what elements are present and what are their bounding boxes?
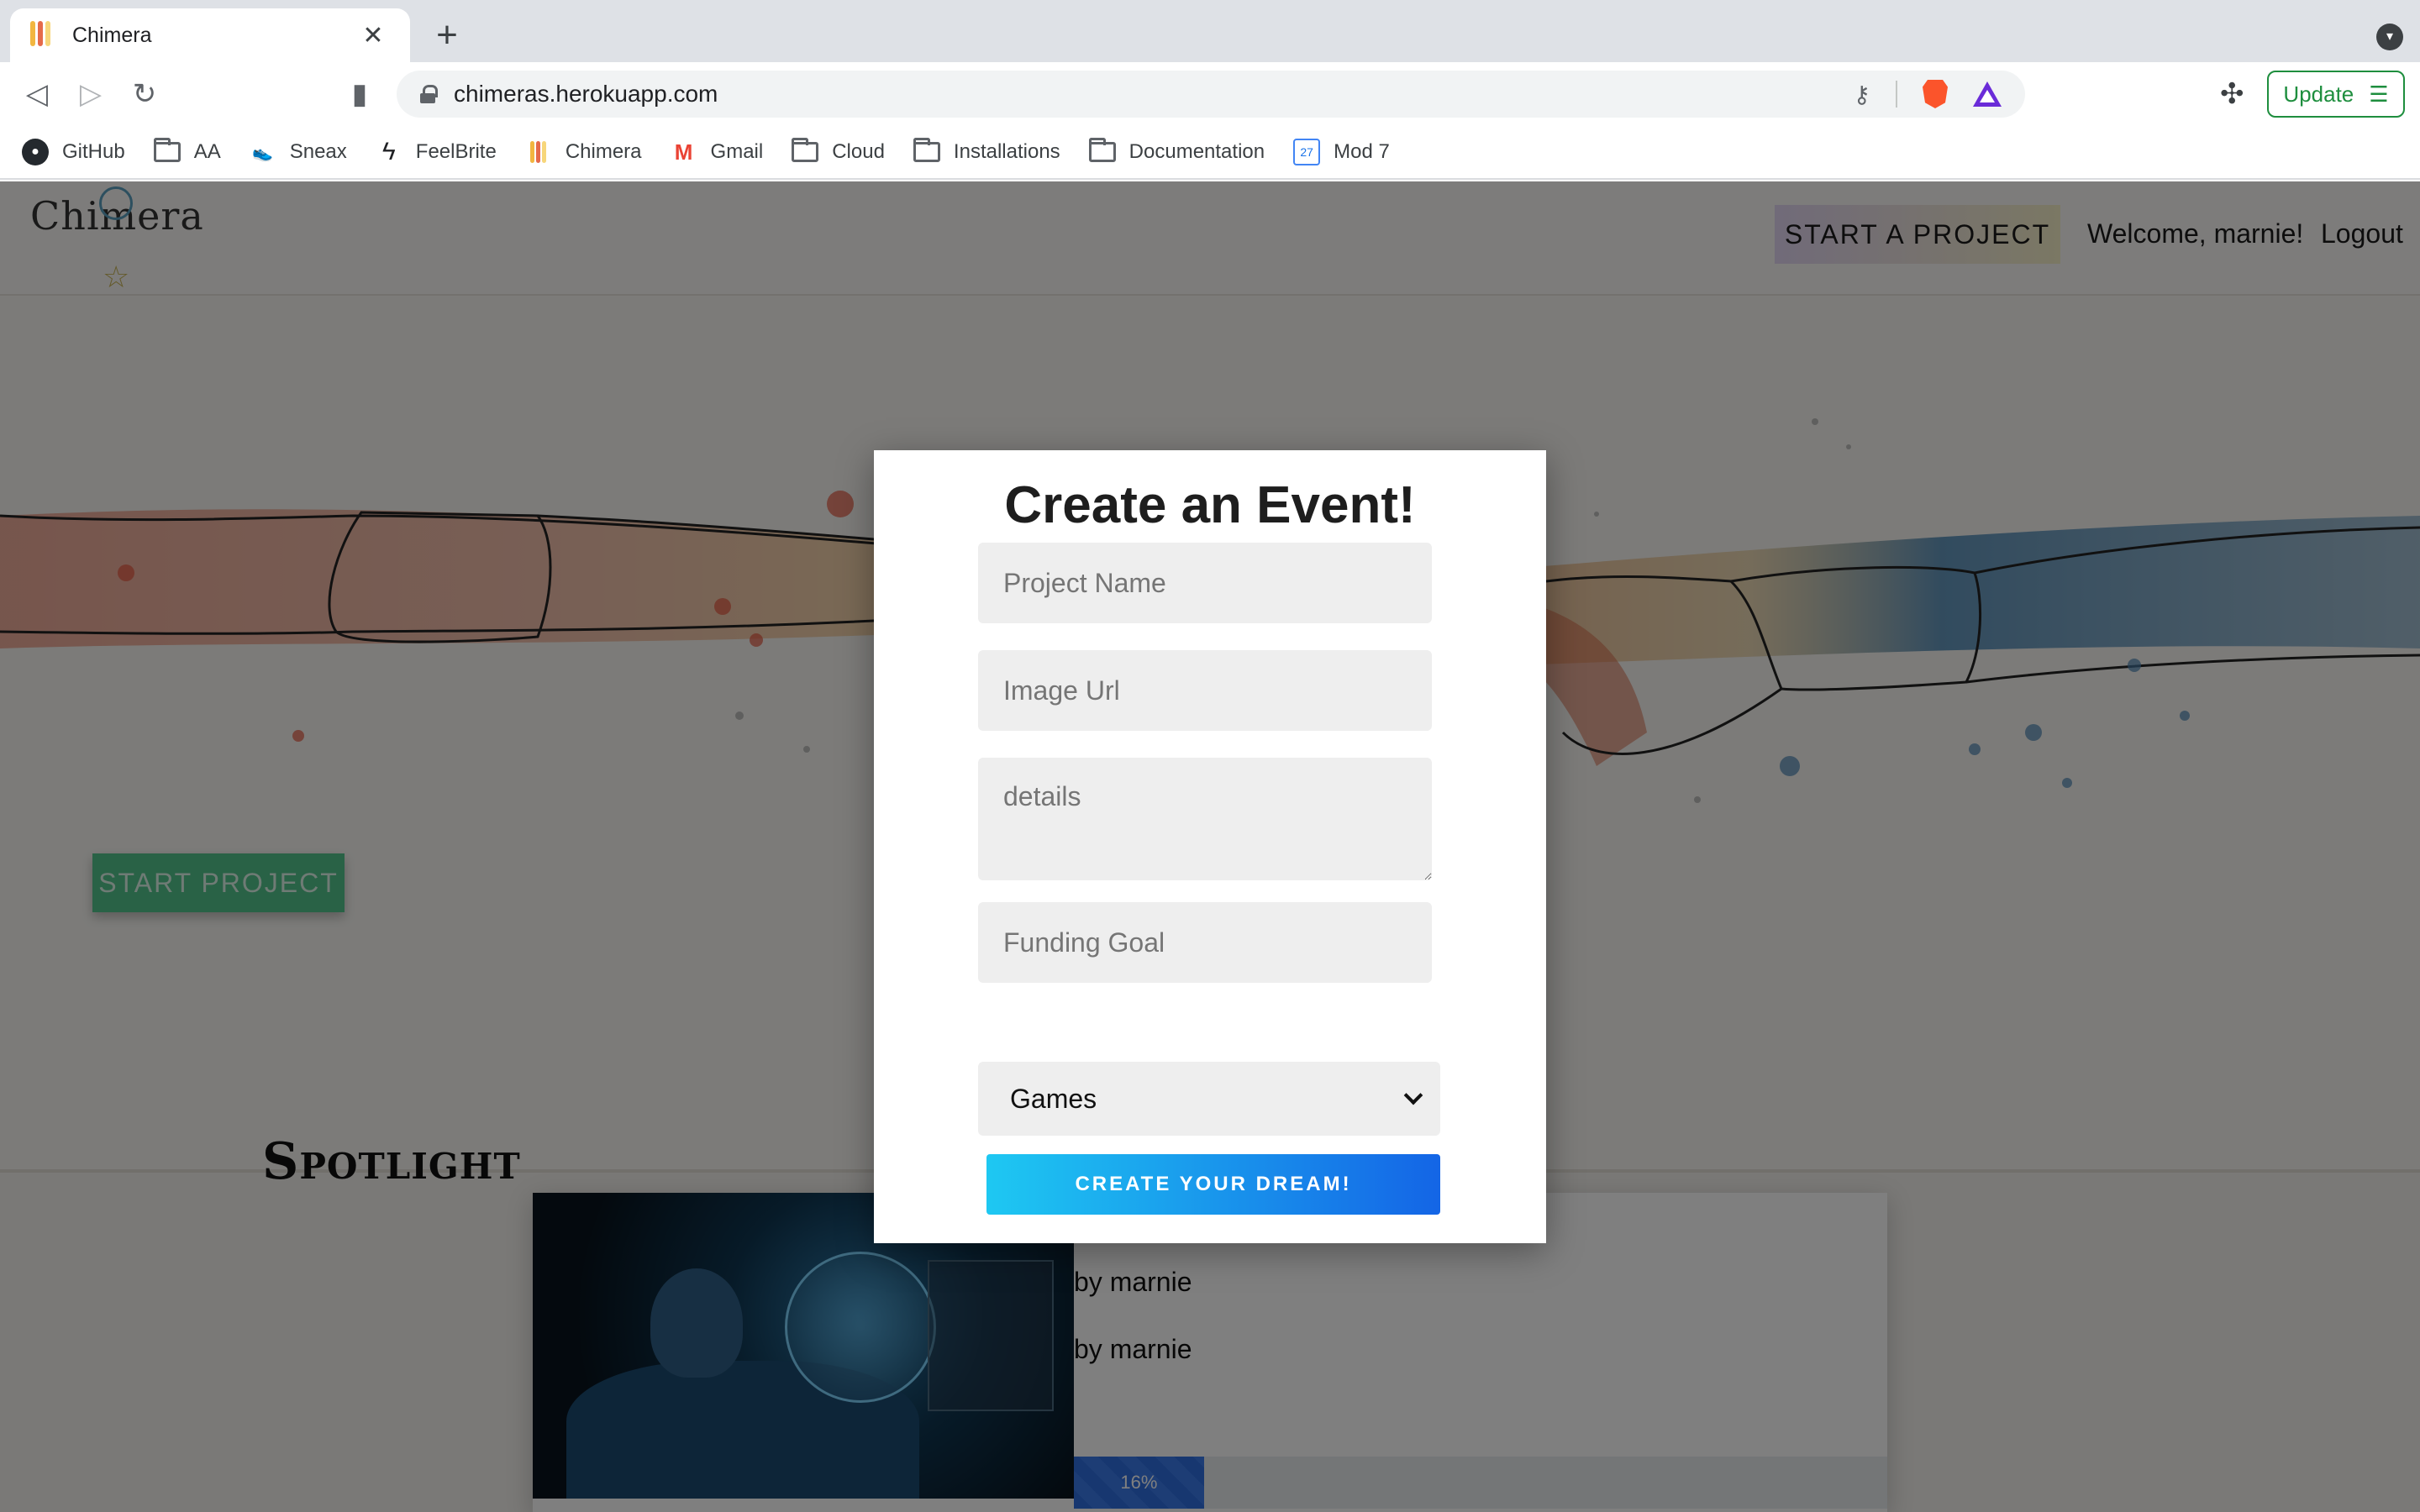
chimera-logo-icon (525, 139, 552, 165)
brave-rewards-icon[interactable] (1973, 81, 2002, 107)
bookmark-chimera[interactable]: Chimera (525, 139, 642, 165)
category-select[interactable]: Games (978, 1062, 1440, 1136)
gmail-icon: M (674, 139, 693, 165)
browser-tab-active[interactable]: Chimera ✕ (10, 8, 410, 62)
web-page: Chimera ☆ START A PROJECT Welcome, marni… (0, 181, 2420, 1512)
folder-icon (153, 138, 181, 162)
update-label: Update (2283, 81, 2354, 107)
bookmark-gmail[interactable]: M Gmail (671, 139, 764, 165)
bookmark-cloud[interactable]: Cloud (792, 138, 885, 165)
create-your-dream-button[interactable]: CREATE YOUR DREAM! (986, 1154, 1440, 1215)
shoe-icon: 👟 (252, 143, 274, 162)
folder-icon (913, 138, 940, 162)
update-button[interactable]: Update ☰ (2267, 71, 2405, 118)
reload-icon[interactable]: ↻ (126, 76, 163, 113)
chevron-down-icon (1403, 1085, 1423, 1105)
browser-toolbar: ◁ ▷ ↻ ▮ chimeras.herokuapp.com ⚷ ✣ Updat… (0, 62, 2420, 126)
bookmark-github[interactable]: ● GitHub (22, 139, 125, 165)
extensions-icon[interactable]: ✣ (2220, 77, 2244, 111)
brave-shield-icon[interactable] (1923, 80, 1948, 108)
folder-icon (1088, 138, 1116, 162)
browser-tabstrip: Chimera ✕ + ▾ (0, 0, 2420, 62)
image-url-input[interactable] (978, 650, 1432, 731)
folder-icon (792, 138, 819, 162)
lock-icon (420, 85, 438, 103)
forward-icon[interactable]: ▷ (72, 76, 109, 113)
github-icon: ● (22, 139, 49, 165)
menu-icon: ☰ (2369, 81, 2389, 107)
address-bar[interactable]: chimeras.herokuapp.com ⚷ (397, 71, 2025, 118)
bookmark-documentation[interactable]: Documentation (1088, 138, 1265, 165)
bookmarks-bar: ● GitHub AA 👟 Sneax ϟ FeelBrite Chimera … (0, 126, 2420, 180)
chimera-favicon-icon (30, 21, 54, 50)
bookmark-mod-7[interactable]: 27 Mod 7 (1293, 139, 1390, 165)
bookmark-aa[interactable]: AA (153, 138, 221, 165)
new-tab-button[interactable]: + (429, 17, 466, 54)
key-icon[interactable]: ⚷ (1853, 81, 1870, 108)
modal-title: Create an Event! (1004, 476, 1416, 534)
calendar-icon: 27 (1293, 139, 1321, 165)
url-text[interactable]: chimeras.herokuapp.com (454, 81, 1853, 108)
bookmark-icon[interactable]: ▮ (341, 76, 378, 113)
bookmark-installations[interactable]: Installations (913, 138, 1060, 165)
tab-close-icon[interactable]: ✕ (356, 21, 390, 50)
bolt-icon: ϟ (381, 138, 396, 165)
project-name-input[interactable] (978, 543, 1432, 623)
category-selected-value: Games (1010, 1083, 1097, 1114)
tab-title: Chimera (72, 23, 152, 47)
funding-goal-input[interactable] (978, 902, 1432, 983)
tab-search-icon[interactable]: ▾ (2376, 24, 2403, 50)
details-textarea[interactable] (978, 758, 1432, 880)
bookmark-feelbrite[interactable]: ϟ FeelBrite (376, 138, 497, 165)
bookmark-sneax[interactable]: 👟 Sneax (250, 139, 347, 165)
create-event-modal: Create an Event! Games CREATE YOUR DREAM… (874, 450, 1546, 1243)
back-icon[interactable]: ◁ (18, 76, 55, 113)
